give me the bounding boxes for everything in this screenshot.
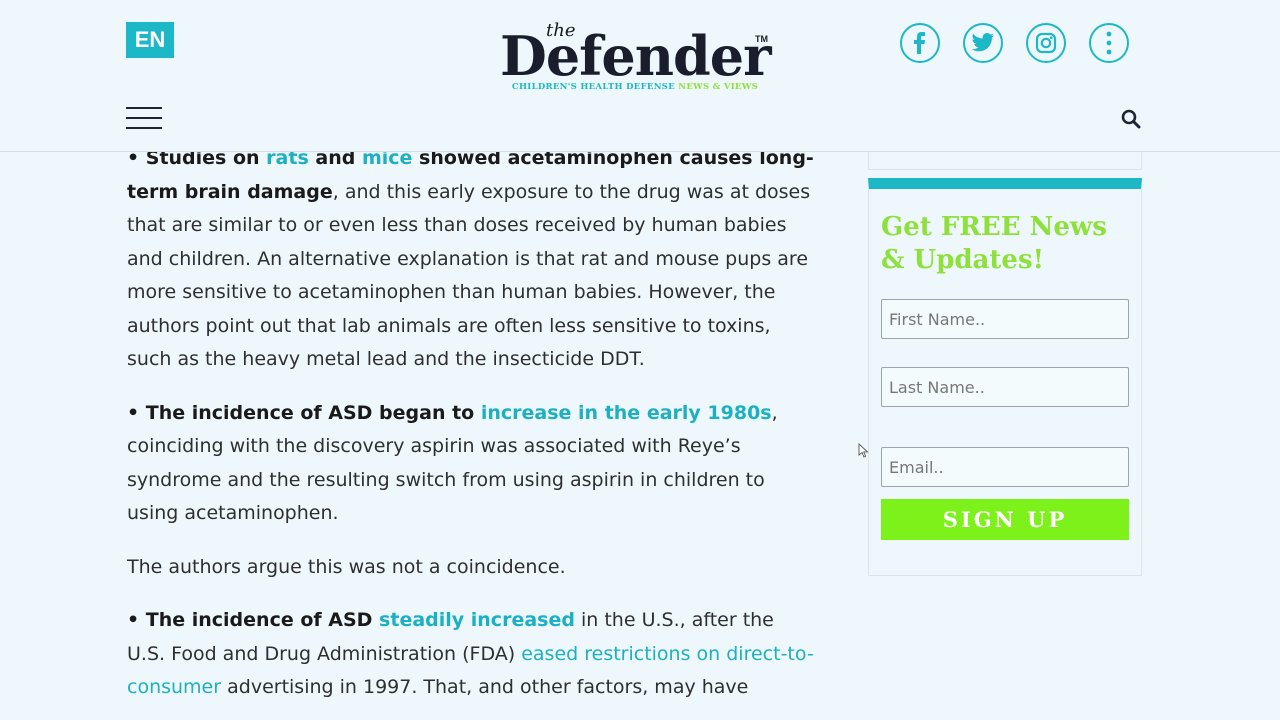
last-name-field[interactable] (881, 367, 1129, 407)
hamburger-line (126, 127, 162, 129)
newsletter-signup-widget: Get FREE News & Updates! SIGN UP (868, 178, 1142, 576)
site-header: EN the Defender TM CHILDREN'S HEALTH DEF… (0, 0, 1280, 152)
search-icon (1121, 109, 1141, 129)
more-vertical-icon (1106, 31, 1112, 55)
article-paragraph: • The incidence of ASD began to increase… (127, 397, 817, 531)
email-field[interactable] (881, 447, 1129, 487)
twitter-icon (971, 33, 994, 52)
logo-tagline-news: NEWS & VIEWS (678, 82, 759, 92)
signup-title: Get FREE News & Updates! (881, 212, 1107, 275)
link-steadily-increased[interactable]: steadily increased (379, 609, 575, 631)
language-selector[interactable]: EN (126, 22, 174, 58)
instagram-icon (1035, 32, 1057, 54)
logo-name: Defender (500, 24, 772, 88)
hamburger-menu-button[interactable] (126, 106, 162, 130)
article-paragraph: • Studies on rats and mice showed acetam… (127, 142, 817, 377)
twitter-button[interactable] (963, 23, 1003, 63)
logo-tagline: CHILDREN'S HEALTH DEFENSE NEWS & VIEWS (500, 82, 770, 92)
site-logo[interactable]: the Defender TM CHILDREN'S HEALTH DEFENS… (500, 18, 772, 96)
hamburger-menu-icon (126, 107, 162, 109)
mouse-cursor-icon (858, 443, 869, 458)
article-paragraph: The authors argue this was not a coincid… (127, 555, 566, 578)
bold-text: • The incidence of ASD (127, 609, 380, 631)
article-paragraph: • The incidence of ASD steadily increase… (127, 604, 817, 705)
paragraph-text: , and this early exposure to the drug wa… (127, 180, 811, 371)
article-body: • Studies on rats and mice showed acetam… (127, 140, 817, 720)
link-increase-1980s[interactable]: increase in the early 1980s (481, 402, 772, 424)
sign-up-button[interactable]: SIGN UP (881, 499, 1129, 540)
more-options-button[interactable] (1089, 23, 1129, 63)
hamburger-line (126, 117, 162, 119)
instagram-button[interactable] (1026, 23, 1066, 63)
logo-trademark: TM (755, 34, 768, 44)
first-name-field[interactable] (881, 299, 1129, 339)
logo-tagline-org: CHILDREN'S HEALTH DEFENSE (511, 82, 675, 92)
search-button[interactable] (1120, 108, 1144, 132)
facebook-button[interactable] (900, 23, 940, 63)
facebook-icon (914, 32, 925, 54)
paragraph-text: advertising in 1997. That, and other fac… (221, 676, 749, 698)
bold-text: • The incidence of ASD began to (127, 401, 481, 424)
